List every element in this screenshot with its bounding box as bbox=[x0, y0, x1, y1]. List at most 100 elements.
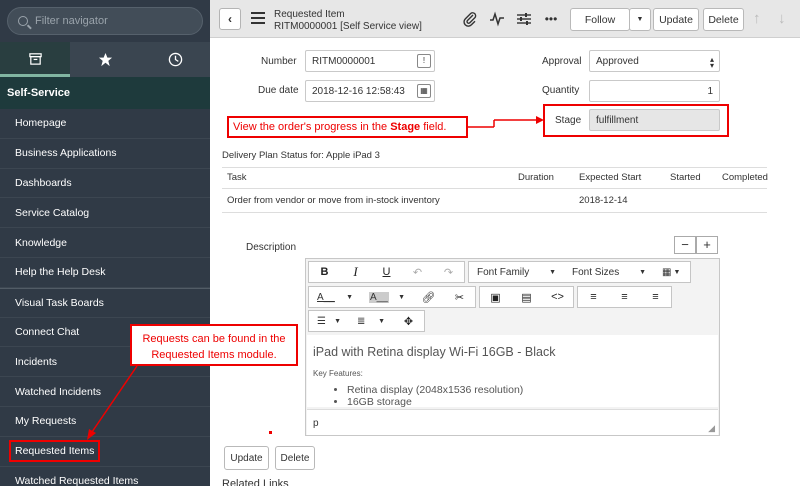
paperclip-icon[interactable] bbox=[462, 11, 478, 27]
bullet-list-icon[interactable]: ☰ ▼ bbox=[309, 311, 349, 331]
font-family-label: Font Family bbox=[477, 266, 530, 278]
star-icon bbox=[98, 52, 112, 67]
image-icon[interactable]: ▣ bbox=[480, 287, 511, 307]
filter-navigator-input[interactable]: Filter navigator bbox=[7, 7, 203, 35]
expand-editor-button[interactable]: + bbox=[696, 236, 718, 254]
link-icon[interactable]: 🔗︎ bbox=[413, 287, 444, 307]
shrink-editor-button[interactable]: − bbox=[674, 236, 696, 254]
module-dashboards[interactable]: Dashboards bbox=[0, 169, 210, 199]
back-button[interactable]: ‹ bbox=[219, 8, 241, 30]
related-links-heading: Related Links bbox=[222, 478, 289, 486]
module-watched-requested-items[interactable]: Watched Requested Items bbox=[0, 467, 210, 486]
approval-label: Approval bbox=[542, 56, 582, 67]
redo-icon[interactable]: ↷ bbox=[433, 262, 464, 282]
approval-select[interactable]: Approved ▴ ▾ bbox=[589, 50, 720, 72]
table-icon[interactable]: ▦ ▼ bbox=[654, 262, 690, 282]
divider bbox=[222, 188, 767, 189]
approval-value: Approved bbox=[596, 55, 639, 67]
align-left-icon[interactable]: ≡ bbox=[578, 287, 609, 307]
tab-favorites[interactable] bbox=[70, 42, 140, 77]
video-icon[interactable]: ▤ bbox=[511, 287, 542, 307]
toolbar-group-format: B I U ↶ ↷ bbox=[308, 261, 465, 283]
source-code-icon[interactable]: <> bbox=[542, 287, 573, 307]
resize-handle-icon[interactable]: ◢ bbox=[708, 423, 715, 434]
delivery-plan-title: Delivery Plan Status for: Apple iPad 3 bbox=[222, 150, 380, 161]
module-knowledge[interactable]: Knowledge bbox=[0, 228, 210, 258]
delete-button[interactable]: Delete bbox=[275, 446, 315, 470]
toolbar-row-2: A__ ▼ A__ ▼ 🔗︎ ✂ ▣ ▤ <> ≡ ≡ ≡ bbox=[308, 286, 675, 308]
form-subtitle: RITM0000001 [Self Service view] bbox=[274, 21, 422, 32]
follow-dropdown-button[interactable]: ▼ bbox=[629, 8, 651, 31]
toolbar-group-media: ▣ ▤ <> bbox=[479, 286, 574, 308]
quantity-value: 1 bbox=[707, 85, 713, 97]
search-icon bbox=[18, 16, 28, 26]
tab-all-apps[interactable] bbox=[0, 42, 70, 77]
description-editor: B I U ↶ ↷ Font Family ▼ Font Sizes ▼ ▦ ▼ A_… bbox=[305, 258, 720, 436]
module-visual-task-boards[interactable]: Visual Task Boards bbox=[0, 287, 210, 318]
tab-history[interactable] bbox=[140, 42, 210, 77]
undo-icon[interactable]: ↶ bbox=[402, 262, 433, 282]
editor-status-bar: p ◢ bbox=[307, 409, 718, 435]
arrow-down-icon[interactable]: ↓ bbox=[778, 10, 786, 27]
font-sizes-label: Font Sizes bbox=[572, 266, 620, 278]
filter-wrap: Filter navigator bbox=[0, 0, 210, 42]
update-button[interactable]: Update bbox=[224, 446, 269, 470]
context-menu-icon[interactable] bbox=[251, 12, 265, 24]
more-options-icon[interactable]: ••• bbox=[543, 11, 559, 27]
description-label: Description bbox=[246, 242, 297, 253]
italic-icon[interactable]: I bbox=[340, 262, 371, 282]
quantity-field[interactable]: 1 bbox=[589, 80, 720, 102]
caret-down-icon: ▼ bbox=[639, 268, 646, 276]
stage-callout-prefix: View the order's progress in the bbox=[233, 121, 391, 133]
update-button-header[interactable]: Update bbox=[653, 8, 699, 31]
editor-content[interactable]: iPad with Retina display Wi-Fi 16GB - Bl… bbox=[307, 335, 718, 407]
numbered-list-icon[interactable]: ≣ ▼ bbox=[349, 311, 393, 331]
unlink-icon[interactable]: ✂ bbox=[444, 287, 475, 307]
follow-button[interactable]: Follow bbox=[570, 8, 630, 31]
plan-row-task: Order from vendor or move from in-stock … bbox=[227, 195, 440, 206]
clock-icon bbox=[168, 52, 182, 67]
calendar-icon[interactable]: ▦ bbox=[417, 84, 431, 98]
editor-key-features: Key Features: bbox=[313, 369, 363, 378]
stage-label: Stage bbox=[555, 115, 582, 126]
module-label: Business Applications bbox=[15, 147, 117, 160]
module-label: Dashboards bbox=[15, 176, 72, 189]
font-family-select[interactable]: Font Family ▼ bbox=[469, 262, 564, 282]
module-label: Incidents bbox=[15, 355, 58, 368]
text-color-icon[interactable]: A__ ▼ bbox=[309, 287, 361, 307]
settings-sliders-icon[interactable] bbox=[516, 11, 532, 27]
toolbar-group-align: ≡ ≡ ≡ bbox=[577, 286, 672, 308]
module-label: Watched Requested Items bbox=[15, 474, 139, 486]
stage-field: fulfillment bbox=[589, 109, 720, 131]
app-header-self-service[interactable]: Self-Service bbox=[0, 77, 210, 109]
background-color-icon[interactable]: A__ ▼ bbox=[361, 287, 413, 307]
col-expected-start: Expected Start bbox=[579, 172, 642, 183]
align-right-icon[interactable]: ≡ bbox=[640, 287, 671, 307]
toolbar-row-1: B I U ↶ ↷ Font Family ▼ Font Sizes ▼ ▦ ▼ bbox=[308, 261, 694, 283]
arrow-up-icon[interactable]: ↑ bbox=[753, 10, 761, 27]
activity-icon[interactable] bbox=[489, 11, 505, 27]
due-date-field[interactable]: 2018-12-16 12:58:43 ▦ bbox=[305, 80, 435, 102]
stage-callout-arrow bbox=[468, 116, 544, 128]
module-homepage[interactable]: Homepage bbox=[0, 109, 210, 139]
navigator-tabs bbox=[0, 42, 210, 77]
toolbar-group-lists: ☰ ▼ ≣ ▼ ✥ bbox=[308, 310, 425, 332]
module-business-applications[interactable]: Business Applications bbox=[0, 139, 210, 169]
underline-icon[interactable]: U bbox=[371, 262, 402, 282]
align-center-icon[interactable]: ≡ bbox=[609, 287, 640, 307]
select-arrows-down-icon: ▾ bbox=[709, 61, 714, 70]
requests-callout-line2: Requested Items module. bbox=[151, 349, 277, 361]
info-icon[interactable]: ! bbox=[417, 54, 431, 68]
bold-icon[interactable]: B bbox=[309, 262, 340, 282]
archive-icon bbox=[28, 52, 42, 65]
fullscreen-icon[interactable]: ✥ bbox=[393, 311, 424, 331]
font-sizes-select[interactable]: Font Sizes ▼ bbox=[564, 262, 654, 282]
module-label: Help the Help Desk bbox=[15, 266, 106, 279]
number-field[interactable]: RITM0000001 ! bbox=[305, 50, 435, 72]
module-help-the-help-desk[interactable]: Help the Help Desk bbox=[0, 258, 210, 288]
module-service-catalog[interactable]: Service Catalog bbox=[0, 198, 210, 229]
requests-callout-arrow bbox=[87, 365, 138, 440]
module-label: Service Catalog bbox=[15, 206, 90, 219]
delete-button-header[interactable]: Delete bbox=[703, 8, 744, 31]
number-value: RITM0000001 bbox=[312, 55, 376, 67]
